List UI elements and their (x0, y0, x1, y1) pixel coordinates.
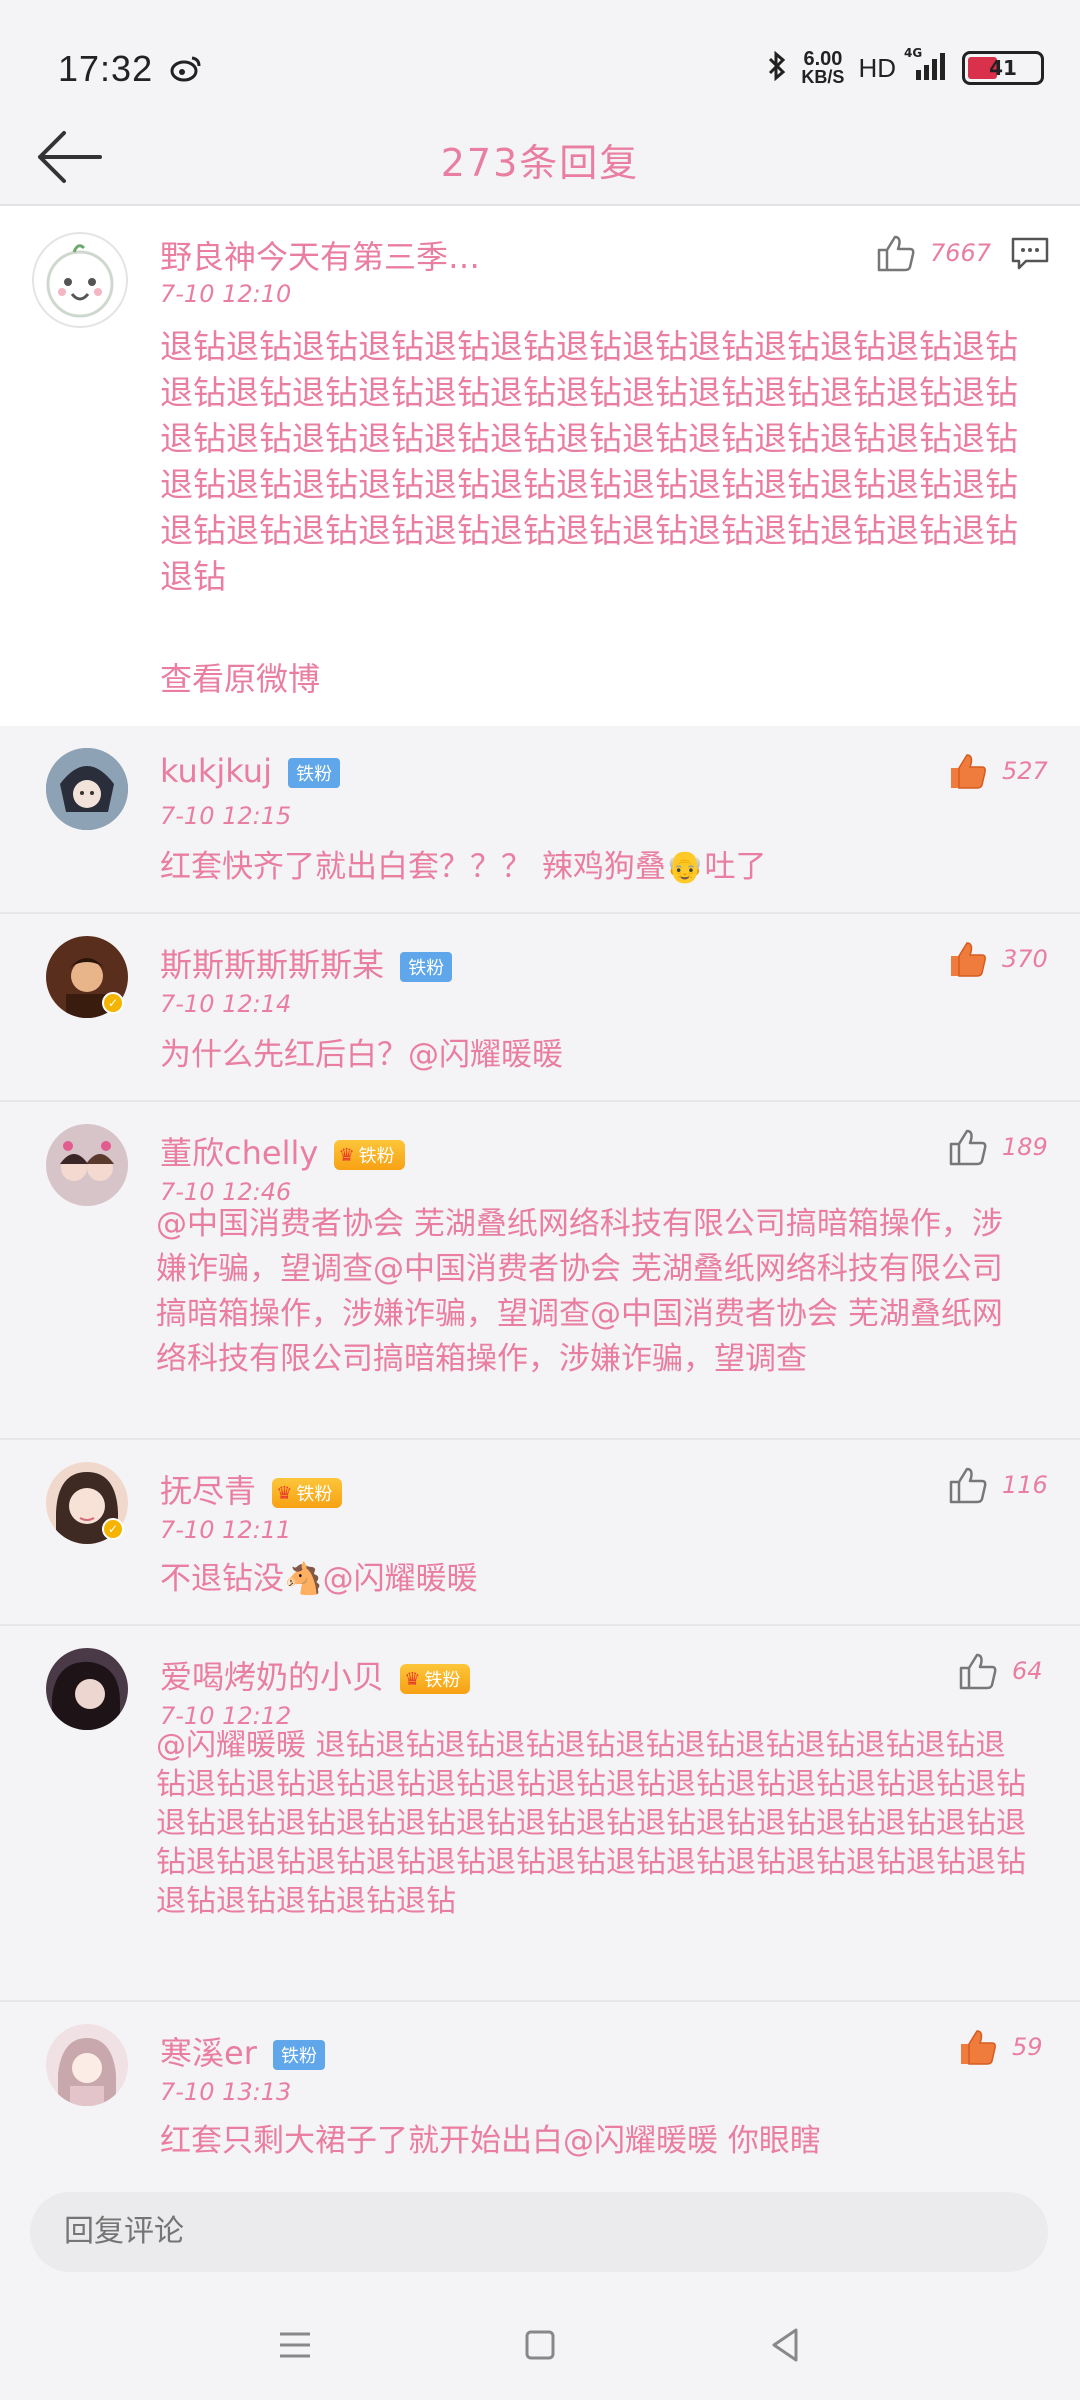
username[interactable]: 爱喝烤奶的小贝 ♛ 铁粉 (160, 1652, 471, 1698)
crown-icon: ♛ (404, 1668, 421, 1690)
username[interactable]: 野良神今天有第三季… (160, 232, 480, 278)
fan-badge: ♛ 铁粉 (400, 1664, 471, 1694)
like-count: 116 (1002, 1471, 1048, 1499)
avatar[interactable] (32, 232, 128, 328)
thumbs-up-icon (949, 1129, 987, 1166)
avatar[interactable] (46, 1124, 128, 1206)
hd-indicator: HD (858, 52, 896, 83)
comment-text: 红套快齐了就出白套？？？ 辣鸡狗叠👴吐了 (160, 849, 767, 885)
comment-text: 不退钻没🐴@闪耀暖暖 (160, 1561, 478, 1597)
comment-text: 为什么先红后白？@闪耀暖暖 (160, 1037, 563, 1073)
comment-list[interactable]: 野良神今天有第三季… 7-10 12:10 7667 退钻退钻退钻退钻退钻退钻退… (0, 206, 1080, 2172)
comment-time: 7-10 12:10 (160, 280, 292, 308)
comment-time: 7-10 12:15 (160, 802, 292, 830)
username[interactable]: kukjkuj 铁粉 (160, 752, 341, 790)
comment-item: ✓ 抚尽青 ♛ 铁粉 7-10 12:11 116 不退钻没🐴@闪耀暖暖 (0, 1440, 1080, 1626)
comment-text: @闪耀暖暖 退钻退钻退钻退钻退钻退钻退钻退钻退钻退钻退钻退钻退钻退钻退钻退钻退钻… (156, 1728, 1026, 1919)
verified-icon: ✓ (102, 1518, 124, 1540)
username[interactable]: 董欣chelly ♛ 铁粉 (160, 1128, 405, 1174)
view-original-link[interactable]: 查看原微博 (160, 654, 320, 700)
like-count: 7667 (930, 239, 992, 267)
like-button[interactable]: 189 (948, 1128, 1048, 1166)
system-nav-bar (0, 2288, 1080, 2400)
like-button[interactable]: 7667 (876, 234, 991, 272)
signal-icon: 4G (904, 46, 948, 84)
home-icon (525, 2330, 555, 2360)
thumbs-up-icon (959, 1653, 997, 1690)
fan-badge: 铁粉 (400, 952, 453, 982)
comment-item: 寒溪er 铁粉 7-10 13:13 59 红套只剩大裙子了就开始出白@闪耀暖暖… (0, 2002, 1080, 2172)
thumbs-up-filled-icon (961, 2030, 996, 2065)
status-bar: 17:32 6.00 KB/S HD 4G 41 (0, 0, 1080, 108)
comment-item: 董欣chelly ♛ 铁粉 7-10 12:46 189 @中国消费者协会 芜湖叠… (0, 1102, 1080, 1440)
like-button[interactable]: 64 (958, 1652, 1043, 1690)
comment-icon[interactable] (1010, 236, 1050, 276)
avatar[interactable] (46, 748, 128, 830)
comment-text: 红套只剩大裙子了就开始出白@闪耀暖暖 你眼瞎吗？？？？ (160, 2123, 821, 2172)
thumbs-up-icon (949, 1467, 987, 1504)
crown-icon: ♛ (338, 1144, 355, 1166)
reply-input[interactable] (30, 2192, 1048, 2272)
battery-icon: 41 (962, 51, 1044, 85)
thumbs-up-filled-icon (951, 754, 986, 789)
fan-badge: ♛ 铁粉 (334, 1140, 405, 1170)
like-count: 370 (1002, 945, 1048, 973)
comment-item: 爱喝烤奶的小贝 ♛ 铁粉 7-10 12:12 64 @闪耀暖暖 退钻退钻退钻退钻… (0, 1626, 1080, 2002)
username[interactable]: 斯斯斯斯斯斯某 铁粉 (160, 940, 453, 986)
menu-icon (280, 2332, 310, 2358)
username[interactable]: 抚尽青 ♛ 铁粉 (160, 1466, 343, 1512)
comment-time: 7-10 13:13 (160, 2078, 292, 2106)
comment-item: ✓ 斯斯斯斯斯斯某 铁粉 7-10 12:14 370 为什么先红后白？@闪耀暖… (0, 914, 1080, 1102)
page-title: 273条回复 (440, 141, 640, 185)
header-bar: 273条回复 (0, 108, 1080, 206)
username[interactable]: 寒溪er 铁粉 (160, 2028, 326, 2074)
back-nav-button[interactable] (760, 2320, 810, 2370)
like-button[interactable]: 527 (948, 752, 1048, 790)
comment-time: 7-10 12:11 (160, 1516, 292, 1544)
like-count: 189 (1002, 1133, 1048, 1161)
comment-text: 退钻退钻退钻退钻退钻退钻退钻退钻退钻退钻退钻退钻退钻退钻退钻退钻退钻退钻退钻退钻… (160, 327, 1018, 596)
thumbs-up-filled-icon (951, 942, 986, 977)
main-comment: 野良神今天有第三季… 7-10 12:10 7667 退钻退钻退钻退钻退钻退钻退… (0, 206, 1080, 726)
like-count: 527 (1002, 757, 1048, 785)
like-count: 64 (1012, 1657, 1043, 1685)
menu-nav-button[interactable] (270, 2320, 320, 2370)
like-button[interactable]: 370 (948, 940, 1048, 978)
crown-icon: ♛ (276, 1482, 293, 1504)
like-count: 59 (1012, 2033, 1043, 2061)
comment-item: kukjkuj 铁粉 7-10 12:15 527 红套快齐了就出白套？？？ 辣… (0, 726, 1080, 914)
triangle-back-icon (772, 2328, 798, 2362)
verified-icon: ✓ (102, 992, 124, 1014)
avatar[interactable] (46, 2024, 128, 2106)
like-button[interactable]: 116 (948, 1466, 1048, 1504)
weibo-notification-icon (170, 54, 202, 86)
network-speed: 6.00 KB/S (801, 48, 845, 87)
fan-badge: 铁粉 (273, 2040, 326, 2070)
reply-bar (0, 2172, 1080, 2288)
thumbs-up-icon (877, 235, 915, 272)
comment-time: 7-10 12:14 (160, 990, 292, 1018)
like-button[interactable]: 59 (958, 2028, 1043, 2066)
avatar[interactable] (46, 1648, 128, 1730)
status-time: 17:32 (58, 48, 154, 89)
fan-badge: 铁粉 (288, 758, 341, 788)
comment-text: @中国消费者协会 芜湖叠纸网络科技有限公司搞暗箱操作，涉嫌诈骗，望调查@中国消费… (156, 1206, 1003, 1377)
home-nav-button[interactable] (515, 2320, 565, 2370)
bluetooth-icon (767, 50, 787, 85)
fan-badge: ♛ 铁粉 (272, 1478, 343, 1508)
status-icons: 6.00 KB/S HD 4G 41 (767, 46, 1044, 88)
